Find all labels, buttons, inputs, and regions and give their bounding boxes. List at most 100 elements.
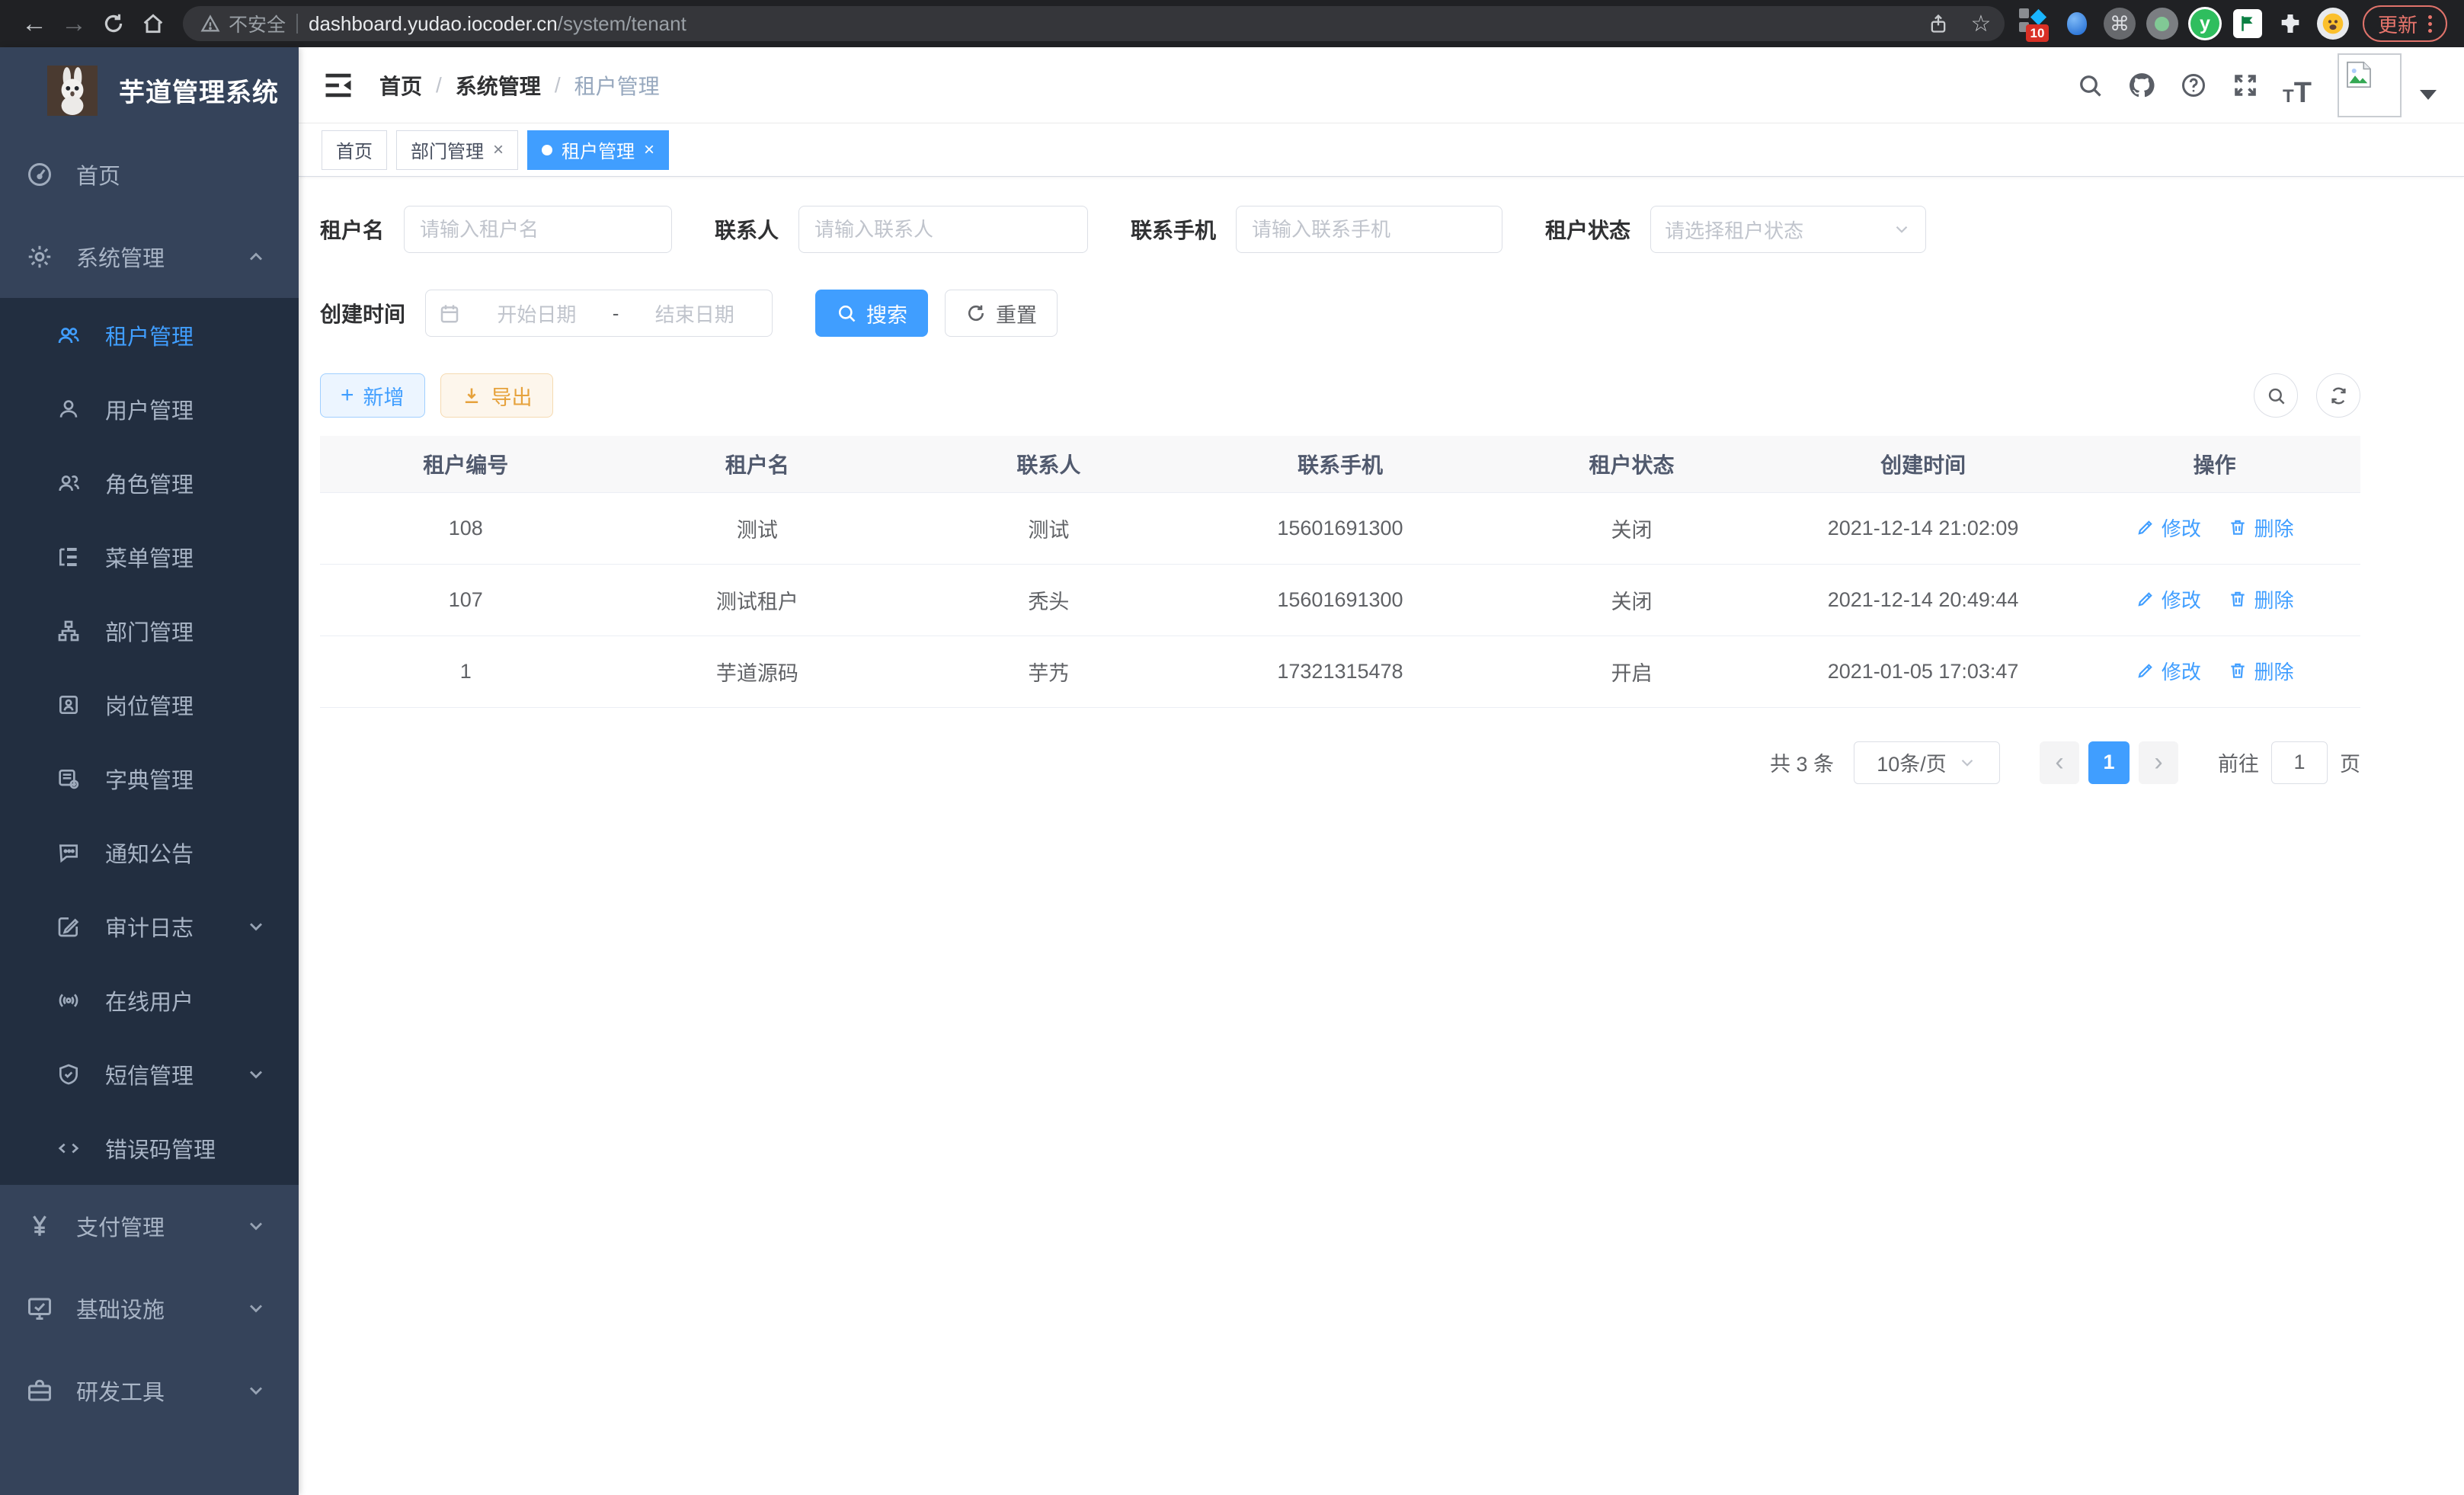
refresh-table-button[interactable] xyxy=(2316,373,2360,418)
omnibox-divider xyxy=(296,14,298,34)
edit-pencil-icon xyxy=(2136,517,2155,537)
cell-status: 关闭 xyxy=(1486,564,1778,635)
sidebar-item-notice[interactable]: 通知公告 xyxy=(0,815,299,889)
tab-close-icon[interactable]: × xyxy=(493,141,504,159)
col-mobile: 联系手机 xyxy=(1195,436,1486,492)
goto-page-input[interactable] xyxy=(2271,741,2328,784)
cell-status: 关闭 xyxy=(1486,492,1778,564)
sidebar-item-menu[interactable]: 菜单管理 xyxy=(0,520,299,594)
security-label: 不安全 xyxy=(229,10,286,37)
profile-avatar-icon[interactable] xyxy=(2315,5,2350,43)
help-icon[interactable] xyxy=(2171,63,2216,107)
browser-reload-icon[interactable] xyxy=(96,6,131,41)
sidebar-collapse-hamburger-icon[interactable] xyxy=(322,69,355,102)
delete-link[interactable]: 删除 xyxy=(2228,514,2293,542)
edit-pencil-icon xyxy=(2136,589,2155,609)
tab-close-icon[interactable]: × xyxy=(644,141,654,159)
toggle-search-button[interactable] xyxy=(2254,373,2298,418)
code-icon xyxy=(56,1136,81,1160)
sidebar-item-system[interactable]: 系统管理 xyxy=(0,216,299,298)
col-tenant-id: 租户编号 xyxy=(320,436,612,492)
font-size-icon[interactable]: TT xyxy=(2275,63,2319,107)
breadcrumb-home[interactable]: 首页 xyxy=(379,70,422,101)
sidebar-item-pay[interactable]: 支付管理 xyxy=(0,1185,299,1267)
users-icon xyxy=(56,323,81,347)
security-status[interactable]: 不安全 xyxy=(200,10,286,37)
sidebar-item-infra[interactable]: 基础设施 xyxy=(0,1267,299,1349)
github-icon[interactable] xyxy=(2120,63,2164,107)
tab-dept[interactable]: 部门管理 × xyxy=(396,130,518,170)
calendar-icon xyxy=(438,302,461,325)
refresh-icon xyxy=(2328,386,2349,406)
delete-link[interactable]: 删除 xyxy=(2228,585,2293,613)
browser-home-icon[interactable] xyxy=(136,6,171,41)
breadcrumb-system[interactable]: 系统管理 xyxy=(456,70,541,101)
next-page-button[interactable]: › xyxy=(2139,741,2178,784)
search-button[interactable]: 搜索 xyxy=(815,290,928,337)
sidebar-item-dept[interactable]: 部门管理 xyxy=(0,594,299,667)
cell-tenant-id: 108 xyxy=(320,492,612,564)
extension-yuque-icon[interactable]: y xyxy=(2187,5,2222,43)
sidebar-item-role[interactable]: 角色管理 xyxy=(0,446,299,520)
shield-check-icon xyxy=(56,1062,81,1087)
browser-menu-kebab-icon[interactable] xyxy=(2428,15,2432,33)
header-search-icon[interactable] xyxy=(2068,63,2112,107)
cell-actions: 修改 删除 xyxy=(2069,635,2360,707)
browser-forward-icon[interactable]: → xyxy=(56,6,91,41)
sidebar-item-sms[interactable]: 短信管理 xyxy=(0,1037,299,1111)
reset-button[interactable]: 重置 xyxy=(945,290,1058,337)
sidebar-logo-block[interactable]: 芋道管理系统 xyxy=(0,47,299,133)
breadcrumb-separator: / xyxy=(555,73,561,98)
contact-input[interactable] xyxy=(798,206,1088,253)
tags-view-bar: 首页 部门管理 × 租户管理 × xyxy=(299,123,2464,177)
extension-flag-icon[interactable] xyxy=(2230,5,2265,43)
share-icon[interactable] xyxy=(1922,8,1954,40)
tenant-name-input[interactable] xyxy=(404,206,672,253)
extension-squares-diamond-icon[interactable]: 10 xyxy=(2017,5,2052,43)
user-avatar[interactable] xyxy=(2338,53,2402,117)
yen-icon xyxy=(26,1212,53,1240)
extension-balloon-icon[interactable] xyxy=(2059,5,2094,43)
edit-link[interactable]: 修改 xyxy=(2136,514,2201,542)
fullscreen-icon[interactable] xyxy=(2223,63,2267,107)
page-size-select[interactable]: 10条/页 xyxy=(1854,741,2000,784)
page-url[interactable]: dashboard.yudao.iocoder.cn/system/tenant xyxy=(309,12,686,36)
extension-green-dot-icon[interactable] xyxy=(2145,5,2180,43)
sidebar-item-label: 系统管理 xyxy=(76,241,165,273)
prev-page-button[interactable]: ‹ xyxy=(2040,741,2079,784)
delete-link[interactable]: 删除 xyxy=(2228,657,2293,685)
sidebar-item-online-users[interactable]: 在线用户 xyxy=(0,963,299,1037)
sidebar-item-home[interactable]: 首页 xyxy=(0,133,299,216)
address-bar[interactable]: 不安全 dashboard.yudao.iocoder.cn/system/te… xyxy=(183,6,2005,41)
edit-link[interactable]: 修改 xyxy=(2136,585,2201,613)
bookmark-star-icon[interactable]: ☆ xyxy=(1965,8,1997,40)
sidebar-item-tenant[interactable]: 租户管理 xyxy=(0,298,299,372)
sidebar-item-dev-tools[interactable]: 研发工具 xyxy=(0,1349,299,1432)
trash-icon xyxy=(2228,517,2248,537)
col-created: 创建时间 xyxy=(1778,436,2069,492)
extension-command-icon[interactable]: ⌘ xyxy=(2102,5,2137,43)
browser-back-icon[interactable]: ← xyxy=(17,6,52,41)
page-header: 首页 / 系统管理 / 租户管理 TT xyxy=(299,47,2464,123)
sidebar-item-user[interactable]: 用户管理 xyxy=(0,372,299,446)
avatar-dropdown-caret-icon[interactable] xyxy=(2420,90,2437,100)
menu-tree-icon xyxy=(56,545,81,569)
edit-link[interactable]: 修改 xyxy=(2136,657,2201,685)
sidebar-item-audit-log[interactable]: 审计日志 xyxy=(0,889,299,963)
cell-actions: 修改 删除 xyxy=(2069,564,2360,635)
mobile-input[interactable] xyxy=(1236,206,1502,253)
sidebar-item-error-code[interactable]: 错误码管理 xyxy=(0,1111,299,1185)
browser-update-button[interactable]: 更新 xyxy=(2363,5,2447,42)
page-number-1[interactable]: 1 xyxy=(2088,741,2130,784)
sidebar-item-post[interactable]: 岗位管理 xyxy=(0,667,299,741)
chevron-down-icon xyxy=(245,1298,267,1319)
extensions-puzzle-icon[interactable] xyxy=(2273,5,2308,43)
tab-home[interactable]: 首页 xyxy=(322,130,387,170)
tab-tenant[interactable]: 租户管理 × xyxy=(527,130,669,170)
add-button[interactable]: + 新增 xyxy=(320,373,425,418)
export-button[interactable]: 导出 xyxy=(440,373,553,418)
date-range-picker[interactable]: 开始日期 - 结束日期 xyxy=(425,290,773,337)
status-select[interactable]: 请选择租户状态 xyxy=(1650,206,1926,253)
post-badge-icon xyxy=(56,693,81,717)
sidebar-item-dict[interactable]: 字典管理 xyxy=(0,741,299,815)
